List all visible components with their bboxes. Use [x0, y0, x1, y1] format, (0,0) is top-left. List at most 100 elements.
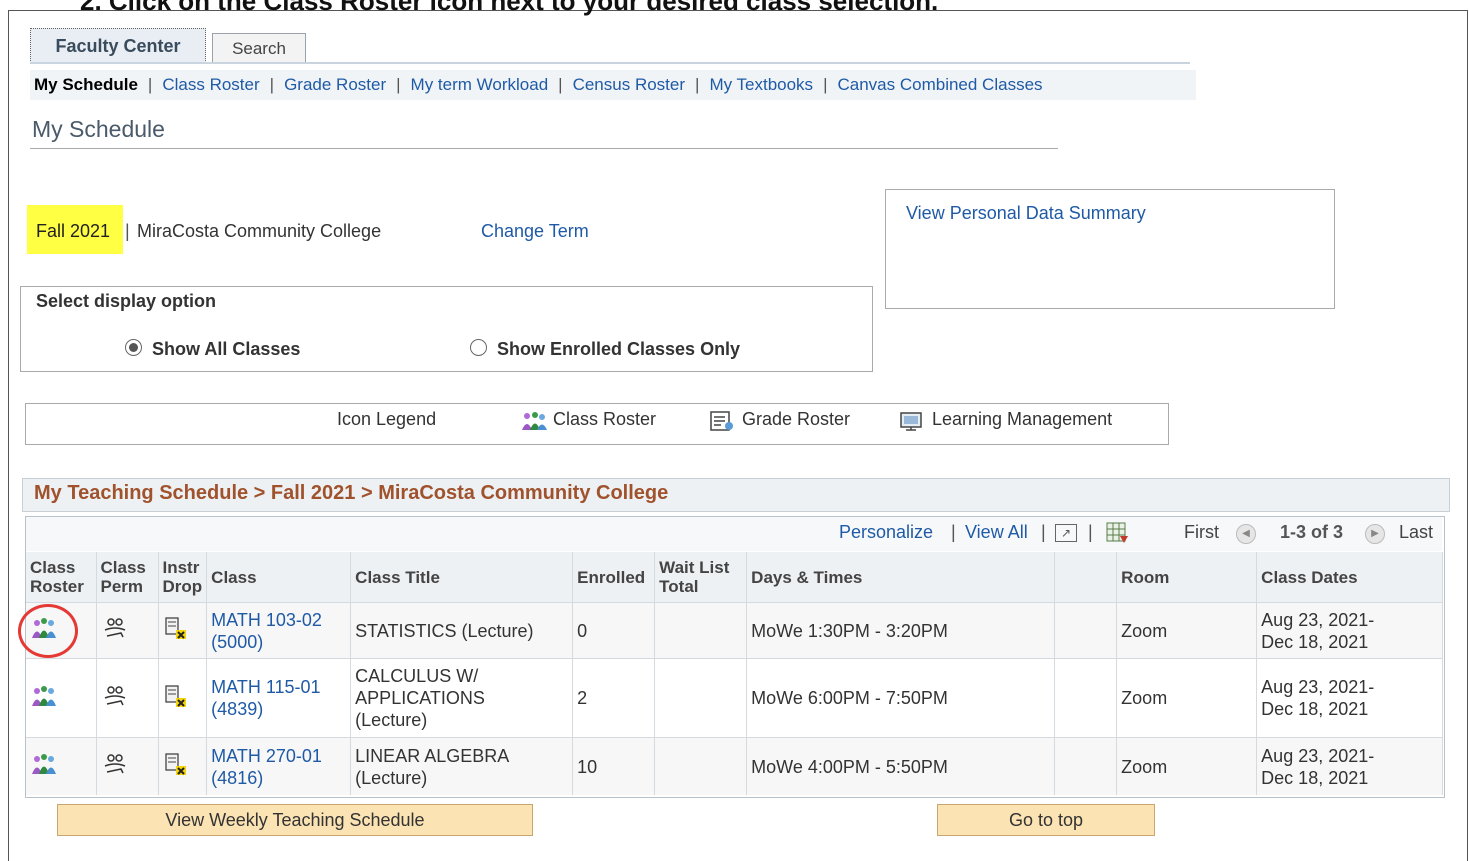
class-link[interactable]: MATH 115-01: [211, 677, 320, 697]
subnav-census-roster[interactable]: Census Roster: [569, 75, 689, 95]
instructor-drop-icon[interactable]: [163, 616, 189, 645]
show-enrolled-only-radio[interactable]: [470, 339, 487, 356]
class-cell[interactable]: MATH 270-01 (4816): [206, 737, 352, 795]
view-all-link[interactable]: View All: [965, 522, 1028, 543]
class-number-link[interactable]: (4816): [211, 768, 263, 788]
legend-class-roster: Class Roster: [553, 409, 657, 429]
subnav-separator: |: [147, 75, 153, 94]
first-page-label: First: [1184, 522, 1219, 542]
class-perm-cell[interactable]: [96, 658, 159, 738]
tab-faculty-center[interactable]: Faculty Center: [30, 28, 206, 63]
subnav-textbooks[interactable]: My Textbooks: [705, 75, 817, 95]
subnav-canvas-combined[interactable]: Canvas Combined Classes: [833, 75, 1046, 95]
class-link[interactable]: MATH 103-02: [211, 610, 322, 630]
table-row: MATH 103-02 (5000) STATISTICS (Lecture) 0…: [26, 602, 1444, 659]
grid-nav-separator: |: [1041, 522, 1046, 542]
show-all-classes-label[interactable]: Show All Classes: [152, 339, 300, 360]
class-dates-cell: Aug 23, 2021- Dec 18, 2021: [1256, 737, 1444, 795]
legend-learning-management: Learning Management: [932, 409, 1113, 429]
show-enrolled-only-label[interactable]: Show Enrolled Classes Only: [497, 339, 740, 360]
class-dates-cell: Aug 23, 2021- Dec 18, 2021: [1256, 658, 1444, 738]
blank-cell: [1054, 737, 1118, 795]
page-range: 1-3 of 3: [1280, 522, 1344, 542]
class-roster-icon: [519, 410, 549, 437]
class-number-link[interactable]: (5000): [211, 632, 263, 652]
grid-nav-separator: |: [1088, 522, 1093, 542]
schedule-title: My Teaching Schedule > Fall 2021 > MiraC…: [34, 482, 669, 504]
annotation-circle: [18, 604, 78, 658]
col-blank: [1054, 552, 1118, 603]
class-title-cell: LINEAR ALGEBRA (Lecture): [350, 737, 574, 795]
col-enrolled: Enrolled: [572, 552, 656, 603]
instructor-drop-icon[interactable]: [163, 752, 189, 781]
page-title: My Schedule: [32, 116, 165, 142]
subnav-term-workload[interactable]: My term Workload: [407, 75, 553, 95]
col-class-title: Class Title: [350, 552, 574, 603]
class-roster-icon[interactable]: [30, 752, 58, 781]
class-permission-icon[interactable]: [101, 752, 129, 781]
class-permission-icon[interactable]: [101, 684, 129, 713]
blank-cell: [1054, 658, 1118, 738]
view-personal-data-link[interactable]: View Personal Data Summary: [906, 203, 1146, 224]
subnav-bar: My Schedule | Class Roster | Grade Roste…: [30, 70, 1196, 100]
col-class-dates: Class Dates: [1256, 552, 1444, 603]
subnav-grade-roster[interactable]: Grade Roster: [280, 75, 390, 95]
room-cell: Zoom: [1116, 602, 1258, 659]
term-name: Fall 2021: [36, 221, 111, 241]
class-roster-cell[interactable]: [26, 737, 97, 795]
days-times-cell: MoWe 1:30PM - 3:20PM: [746, 602, 1056, 659]
instr-drop-cell[interactable]: [158, 602, 208, 659]
show-all-classes-radio[interactable]: [125, 339, 142, 356]
col-wait-list: Wait List Total: [654, 552, 748, 603]
last-page-label: Last: [1399, 522, 1434, 542]
subnav-separator: |: [823, 75, 828, 94]
col-class-perm: Class Perm: [96, 552, 159, 603]
col-days-times: Days & Times: [746, 552, 1056, 603]
class-number-link[interactable]: (4839): [211, 699, 263, 719]
table-row: MATH 270-01 (4816) LINEAR ALGEBRA (Lecture…: [26, 737, 1444, 795]
subnav-my-schedule[interactable]: My Schedule: [30, 75, 142, 95]
next-page-icon[interactable]: ▶: [1365, 524, 1385, 544]
tab-search[interactable]: Search: [212, 33, 306, 63]
display-options-title: Select display option: [36, 291, 217, 311]
class-link[interactable]: MATH 270-01: [211, 746, 322, 766]
class-title-cell: STATISTICS (Lecture): [350, 602, 574, 659]
instr-drop-cell[interactable]: [158, 737, 208, 795]
class-roster-icon[interactable]: [30, 684, 58, 713]
zoom-icon[interactable]: ↗: [1055, 524, 1077, 542]
term-separator: |: [125, 221, 130, 241]
institution-name: MiraCosta Community College: [137, 221, 382, 241]
go-to-top-button[interactable]: Go to top: [937, 804, 1155, 836]
class-permission-icon[interactable]: [101, 616, 129, 645]
grid-nav-bar: [26, 517, 1442, 551]
class-title-cell: CALCULUS W/APPLICATIONS (Lecture): [350, 658, 574, 738]
class-roster-cell[interactable]: [26, 658, 97, 738]
view-weekly-schedule-button[interactable]: View Weekly Teaching Schedule: [57, 804, 533, 836]
download-icon[interactable]: [1106, 522, 1130, 549]
wait-list-cell: [654, 602, 748, 659]
instr-drop-cell[interactable]: [158, 658, 208, 738]
tab-divider: [30, 62, 1190, 64]
instructor-drop-icon[interactable]: [163, 684, 189, 713]
subnav-class-roster[interactable]: Class Roster: [158, 75, 263, 95]
table-row: MATH 115-01 (4839) CALCULUS W/APPLICATION…: [26, 658, 1444, 738]
col-room: Room: [1116, 552, 1258, 603]
learning-management-icon: [898, 410, 926, 437]
instruction-text: 2. Click on the Class Roster icon next t…: [80, 0, 939, 16]
col-class-roster: Class Roster: [26, 552, 97, 603]
room-cell: Zoom: [1116, 658, 1258, 738]
class-cell[interactable]: MATH 115-01 (4839): [206, 658, 352, 738]
days-times-cell: MoWe 6:00PM - 7:50PM: [746, 658, 1056, 738]
subnav-separator: |: [695, 75, 700, 94]
class-cell[interactable]: MATH 103-02 (5000): [206, 602, 352, 659]
grade-roster-icon: [708, 410, 736, 437]
subnav-separator: |: [269, 75, 275, 94]
class-perm-cell[interactable]: [96, 602, 159, 659]
grid-nav-separator: |: [951, 522, 956, 542]
enrolled-cell: 2: [572, 658, 656, 738]
personalize-link[interactable]: Personalize: [839, 522, 933, 543]
class-perm-cell[interactable]: [96, 737, 159, 795]
blank-cell: [1054, 602, 1118, 659]
previous-page-icon[interactable]: ◀: [1236, 524, 1256, 544]
change-term-link[interactable]: Change Term: [481, 221, 589, 242]
